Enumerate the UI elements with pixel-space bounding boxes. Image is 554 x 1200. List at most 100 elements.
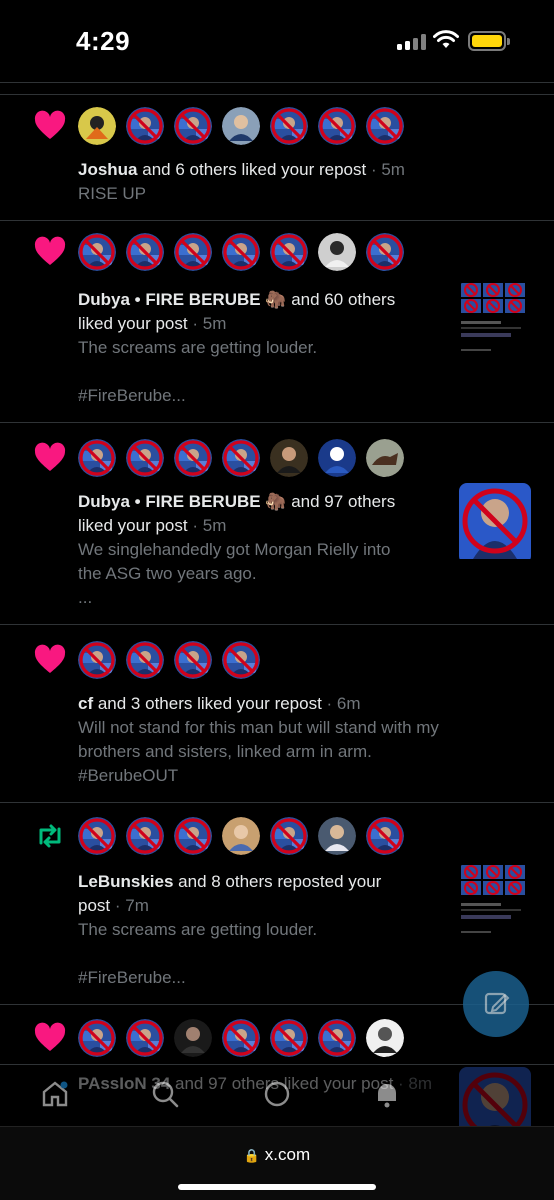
avatar[interactable] <box>318 817 356 855</box>
user-name[interactable]: cf <box>78 694 93 713</box>
post-excerpt-line <box>78 360 458 384</box>
avatar[interactable] <box>78 641 116 679</box>
post-excerpt-line: brothers and sisters, linked arm in arm. <box>78 742 372 761</box>
avatar[interactable] <box>366 1019 404 1057</box>
notification-text: Dubya • FIRE BERUBE 🦣 and 60 others liked… <box>78 288 458 408</box>
avatar[interactable] <box>174 641 212 679</box>
heart-icon <box>34 236 66 265</box>
user-name[interactable]: Joshua <box>78 160 138 179</box>
search-icon[interactable] <box>150 1079 180 1109</box>
post-excerpt-line: #BerubeOUT <box>78 766 179 785</box>
avatar[interactable] <box>174 817 212 855</box>
avatar[interactable] <box>222 439 260 477</box>
notification-action: and 6 others liked your repost <box>137 160 367 179</box>
status-bar: 4:29 <box>0 0 554 82</box>
timestamp: · 7m <box>110 896 149 915</box>
avatar[interactable] <box>222 1019 260 1057</box>
avatar[interactable] <box>126 1019 164 1057</box>
notification-text: Joshua and 6 others liked your repost · … <box>78 158 458 206</box>
notification-action: and 3 others liked your repost <box>93 694 322 713</box>
notification-action-line2: liked your post <box>78 516 188 535</box>
notification-headline: Joshua and 6 others liked your repost · … <box>78 158 458 182</box>
avatar-row <box>78 641 260 679</box>
avatar[interactable] <box>174 233 212 271</box>
post-thumbnail[interactable] <box>459 863 531 958</box>
timestamp: · 5m <box>187 314 227 333</box>
avatar[interactable] <box>318 233 356 271</box>
notification-item[interactable]: cf and 3 others liked your repost · 6m Wi… <box>0 625 554 803</box>
avatar[interactable] <box>222 233 260 271</box>
avatar-row <box>78 817 404 855</box>
avatar[interactable] <box>270 1019 308 1057</box>
cellular-signal-icon <box>397 34 427 50</box>
heart-icon <box>34 110 66 139</box>
post-excerpt-line: #FireBerube... <box>78 968 186 987</box>
avatar[interactable] <box>366 439 404 477</box>
notification-item[interactable]: Dubya • FIRE BERUBE 🦣 and 60 others liked… <box>0 221 554 423</box>
avatar[interactable] <box>318 107 356 145</box>
avatar[interactable] <box>78 1019 116 1057</box>
avatar[interactable] <box>174 1019 212 1057</box>
lock-icon: 🔒 <box>243 1148 261 1163</box>
avatar[interactable] <box>126 107 164 145</box>
avatar[interactable] <box>366 233 404 271</box>
user-name[interactable]: LeBunskies <box>78 872 173 891</box>
avatar[interactable] <box>318 1019 356 1057</box>
avatar[interactable] <box>270 439 308 477</box>
avatar[interactable] <box>126 817 164 855</box>
notification-headline: Dubya • FIRE BERUBE 🦣 and 60 others liked… <box>78 288 458 336</box>
heart-icon <box>34 442 66 471</box>
avatar[interactable] <box>78 233 116 271</box>
post-thumbnail[interactable] <box>459 281 531 376</box>
avatar[interactable] <box>270 817 308 855</box>
notification-action-line2: liked your post <box>78 314 188 333</box>
status-time: 4:29 <box>76 26 131 56</box>
post-excerpt-line: RISE UP <box>78 184 147 203</box>
post-excerpt-line: We singlehandedly got Morgan Rielly into <box>78 540 391 559</box>
avatar[interactable] <box>318 439 356 477</box>
url-text[interactable]: 🔒 x.com <box>0 1145 554 1165</box>
avatar[interactable] <box>126 439 164 477</box>
post-excerpt-line: The screams are getting louder. <box>78 338 318 357</box>
notification-action: and 97 others <box>286 492 396 511</box>
avatar[interactable] <box>270 233 308 271</box>
avatar[interactable] <box>78 817 116 855</box>
avatar[interactable] <box>366 817 404 855</box>
compose-button[interactable] <box>463 971 529 1037</box>
avatar[interactable] <box>270 107 308 145</box>
mammoth-emoji: 🦣 <box>265 290 287 309</box>
home-indicator[interactable] <box>178 1184 376 1190</box>
notification-item[interactable]: Joshua and 6 others liked your repost · … <box>0 95 554 221</box>
heart-icon <box>34 644 66 673</box>
avatar[interactable] <box>78 439 116 477</box>
mammoth-emoji: 🦣 <box>265 492 287 511</box>
divider <box>0 82 554 83</box>
user-name[interactable]: Dubya • FIRE BERUBE <box>78 492 261 511</box>
notification-headline: Dubya • FIRE BERUBE 🦣 and 97 others liked… <box>78 490 458 538</box>
avatar[interactable] <box>174 107 212 145</box>
user-name[interactable]: Dubya • FIRE BERUBE <box>78 290 261 309</box>
notification-item[interactable]: Dubya • FIRE BERUBE 🦣 and 97 others liked… <box>0 423 554 625</box>
avatar-row <box>78 439 404 477</box>
post-excerpt-line: ... <box>78 588 93 607</box>
avatar[interactable] <box>222 641 260 679</box>
avatar[interactable] <box>222 107 260 145</box>
avatar-row <box>78 233 404 271</box>
avatar[interactable] <box>222 817 260 855</box>
avatar[interactable] <box>366 107 404 145</box>
post-excerpt-line <box>78 942 458 966</box>
post-thumbnail[interactable] <box>459 483 531 564</box>
avatar[interactable] <box>126 233 164 271</box>
notifications-icon[interactable] <box>372 1079 402 1109</box>
notification-action: and 60 others <box>286 290 396 309</box>
avatar-row <box>78 107 404 145</box>
avatar-row <box>78 1019 404 1057</box>
battery-icon <box>468 31 510 51</box>
home-icon[interactable] <box>40 1079 70 1109</box>
avatar[interactable] <box>78 107 116 145</box>
browser-url-bar[interactable]: 🔒 x.com <box>0 1126 554 1200</box>
spaces-icon[interactable] <box>262 1079 292 1109</box>
avatar[interactable] <box>174 439 212 477</box>
avatar[interactable] <box>126 641 164 679</box>
compose-icon <box>484 992 510 1015</box>
